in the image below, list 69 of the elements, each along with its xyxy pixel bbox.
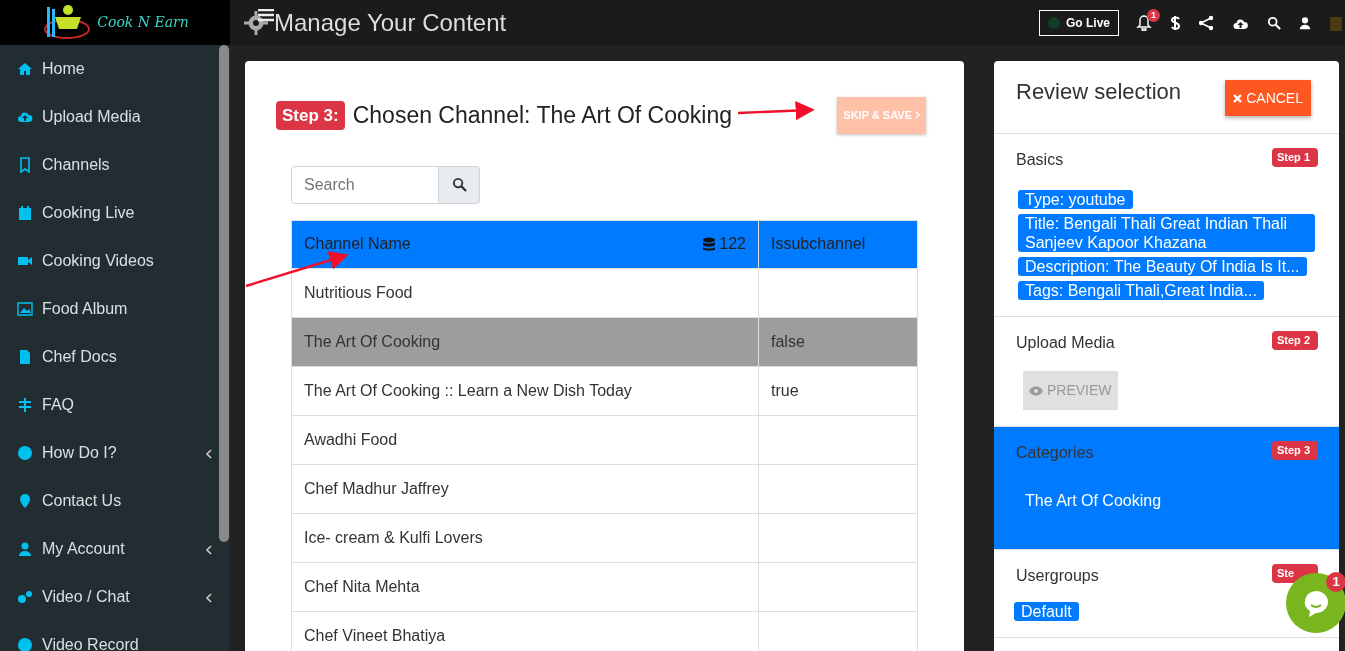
page-title: Manage Your Content [274,7,507,38]
table-cell[interactable]: Nutritious Food [291,268,759,317]
sidebar-item[interactable]: Cooking Live [0,189,218,237]
step-badge: Step 3: [276,100,345,130]
table-cell[interactable]: The Art Of Cooking :: Learn a New Dish Today [291,366,759,415]
menu-icon[interactable] [258,8,274,23]
tag: Tags: Bengali Thali,Great India... [1018,281,1264,300]
chevron-right-icon [915,111,920,120]
signpost-icon [17,397,33,413]
bell-icon[interactable] [1136,14,1152,31]
column-header[interactable]: Channel Name 122 [291,220,759,268]
chat-badge: 1 [1326,572,1345,592]
bookmark-icon [17,157,33,173]
home-icon [17,61,33,77]
step-badge: Step 2 [1272,331,1318,350]
image-icon [17,301,33,317]
database-icon [703,236,716,252]
sidebar-item[interactable]: Home [0,45,218,93]
tag: Type: youtube [1018,190,1133,209]
table-cell[interactable]: Chef Madhur Jaffrey [291,464,759,513]
section-title: Categories [1016,443,1094,463]
cloud-upload-icon [17,109,33,125]
sidebar-item[interactable]: How Do I? [0,429,218,477]
close-icon [1233,93,1243,103]
sidebar-item[interactable]: Contact Us [0,477,218,525]
sidebar-item[interactable]: Video Record [0,621,218,651]
table-cell[interactable]: Chef Nita Mehta [291,562,759,611]
table-cell[interactable]: The Art Of Cooking [291,317,759,366]
share-icon[interactable] [1198,14,1214,31]
map-pin-icon [17,493,33,509]
step-badge: Step 3 [1272,441,1318,460]
sidebar-item[interactable]: Food Album [0,285,218,333]
document-icon [17,349,33,365]
logo-text: Cook N Earn [97,13,189,32]
sidebar-item[interactable]: FAQ [0,381,218,429]
section-title: Usergroups [1016,566,1099,586]
tag: Default [1014,602,1079,621]
search-field[interactable]: Search [291,165,439,204]
section-title: Upload Media [1016,333,1115,353]
panel-title: Review selection [1016,78,1182,106]
go-live-button[interactable]: Go Live [1039,9,1119,36]
dollar-icon[interactable] [1169,14,1181,31]
notification-count: 1 [1147,8,1160,22]
step-title: Chosen Channel: The Art Of Cooking [352,101,732,130]
sidebar-item[interactable]: Upload Media [0,93,218,141]
sidebar-item[interactable]: Channels [0,141,218,189]
table-cell: false [758,317,918,366]
eye-icon [1029,385,1043,396]
sidebar-item[interactable]: Chef Docs [0,333,218,381]
search-button[interactable] [439,165,480,204]
section-title: Basics [1016,150,1064,170]
step-badge: Step 1 [1272,148,1318,167]
tag: Description: The Beauty Of India Is It... [1018,257,1307,276]
sidebar-item[interactable]: Cooking Videos [0,237,218,285]
table-cell[interactable]: Chef Vineet Bhatiya [291,611,759,651]
search-icon [451,177,467,192]
sidebar-item[interactable]: Video / Chat [0,573,218,621]
sidebar-item[interactable]: My Account [0,525,218,573]
table-cell[interactable]: Ice- cream & Kulfi Lovers [291,513,759,562]
user-icon[interactable] [1298,15,1312,30]
column-header[interactable]: Issubchannel [758,220,918,268]
calendar-icon [17,205,33,221]
search-icon[interactable] [1267,15,1281,30]
category-value: The Art Of Cooking [1025,491,1163,511]
table-cell: true [758,366,918,415]
user-icon [17,541,33,557]
table-cell[interactable]: Awadhi Food [291,415,759,464]
row-count: 122 [719,234,746,254]
tag: Title: Bengali Thali Great Indian Thali Sanjeev Kapoor Khazana [1018,214,1315,252]
